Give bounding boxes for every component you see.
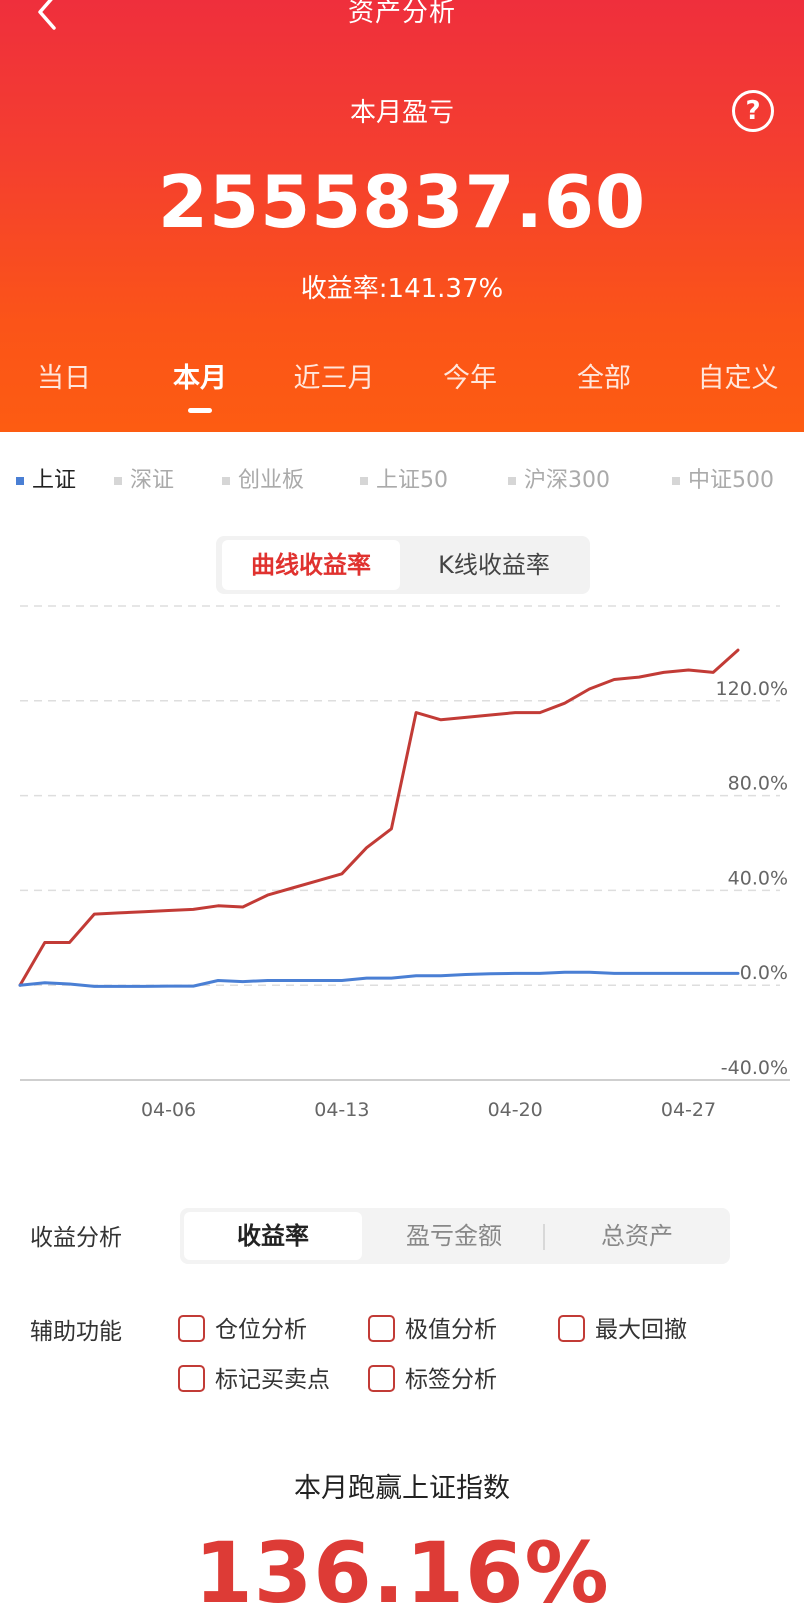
index-shenzhen[interactable]: 深证 — [114, 462, 174, 494]
y-tick-label: 0.0% — [740, 962, 788, 984]
y-tick-label: 120.0% — [716, 678, 788, 700]
active-tab-indicator — [188, 408, 212, 413]
help-button[interactable]: ? — [732, 90, 774, 132]
x-tick-label: 04-20 — [488, 1099, 543, 1121]
period-tabs: 当日 本月 近三月 今年 全部 自定义 — [0, 356, 804, 416]
tag-analysis-checkbox[interactable]: 标签分析 — [368, 1360, 497, 1394]
y-tick-label: 40.0% — [728, 867, 788, 889]
analysis-segment-control: 收益率 盈亏金额 总资产 — [180, 1208, 730, 1264]
index-selector: 上证 深证 创业板 上证50 沪深300 中证500 — [0, 462, 804, 498]
index-label: 中证500 — [688, 468, 774, 493]
legend-dot — [508, 477, 516, 485]
tab-three-months[interactable]: 近三月 — [294, 356, 375, 395]
index-chinext[interactable]: 创业板 — [222, 462, 304, 494]
legend-dot — [360, 477, 368, 485]
profit-amount: 2555837.60 — [157, 160, 647, 244]
beat-index-value: 136.16% — [194, 1524, 610, 1616]
aux-label: 辅助功能 — [30, 1319, 122, 1345]
x-tick-label: 04-27 — [661, 1099, 716, 1121]
x-tick-label: 04-06 — [141, 1099, 196, 1121]
chart-mode-toggle: 曲线收益率 K线收益率 — [216, 536, 590, 594]
total-assets-option[interactable]: 总资产 — [552, 1212, 722, 1260]
header-banner: 资产分析 本月盈亏 ? 2555837.60 收益率:141.37% 当日 本月… — [0, 0, 804, 432]
tab-today[interactable]: 当日 — [37, 356, 91, 395]
portfolio-return-line — [18, 648, 740, 987]
index-return-line — [18, 970, 740, 988]
index-label: 沪深300 — [524, 468, 610, 493]
checkbox-label: 极值分析 — [405, 1317, 497, 1343]
index-shanghai[interactable]: 上证 — [16, 462, 76, 494]
tab-all[interactable]: 全部 — [577, 356, 631, 395]
checkbox-box — [178, 1365, 205, 1392]
checkbox-label: 标签分析 — [405, 1367, 497, 1393]
index-label: 深证 — [130, 468, 175, 493]
return-chart: -40.0% 0.0% 40.0% 80.0% 120.0% 04-06 04-13 04-2… — [18, 605, 790, 1121]
position-analysis-checkbox[interactable]: 仓位分析 — [178, 1310, 307, 1344]
legend-dot — [16, 477, 24, 485]
profit-amount-option[interactable]: 盈亏金额 — [370, 1212, 538, 1260]
index-csi300[interactable]: 沪深300 — [508, 462, 610, 494]
index-label: 创业板 — [238, 468, 305, 493]
page-title: 资产分析 — [347, 0, 456, 28]
legend-dot — [672, 477, 680, 485]
trade-points-checkbox[interactable]: 标记买卖点 — [178, 1360, 330, 1394]
checkbox-label: 仓位分析 — [215, 1317, 307, 1343]
extreme-analysis-checkbox[interactable]: 极值分析 — [368, 1310, 497, 1344]
legend-dot — [222, 477, 230, 485]
checkbox-label: 最大回撤 — [595, 1317, 687, 1343]
checkbox-box — [368, 1315, 395, 1342]
checkbox-box — [368, 1365, 395, 1392]
analysis-label: 收益分析 — [30, 1225, 122, 1251]
question-mark-icon: ? — [745, 96, 761, 126]
index-csi500[interactable]: 中证500 — [672, 462, 774, 494]
x-tick-label: 04-13 — [314, 1099, 369, 1121]
tab-custom[interactable]: 自定义 — [698, 356, 779, 395]
beat-index-label: 本月跑赢上证指数 — [294, 1473, 510, 1504]
curve-return-button[interactable]: 曲线收益率 — [222, 540, 400, 590]
y-tick-label: 80.0% — [728, 773, 788, 795]
tab-this-month[interactable]: 本月 — [173, 356, 227, 395]
checkbox-box — [558, 1315, 585, 1342]
legend-dot — [114, 477, 122, 485]
tab-this-year[interactable]: 今年 — [443, 356, 497, 395]
profit-label: 本月盈亏 — [349, 98, 454, 128]
index-label: 上证 — [32, 468, 77, 493]
index-sse50[interactable]: 上证50 — [360, 462, 448, 494]
kline-return-button[interactable]: K线收益率 — [404, 540, 584, 590]
return-rate: 收益率:141.37% — [300, 274, 504, 304]
y-tick-label: -40.0% — [721, 1057, 788, 1079]
segment-divider — [543, 1224, 545, 1250]
return-rate-option[interactable]: 收益率 — [184, 1212, 362, 1260]
index-label: 上证50 — [376, 468, 448, 493]
max-drawdown-checkbox[interactable]: 最大回撤 — [558, 1310, 687, 1344]
checkbox-label: 标记买卖点 — [215, 1367, 330, 1393]
checkbox-box — [178, 1315, 205, 1342]
